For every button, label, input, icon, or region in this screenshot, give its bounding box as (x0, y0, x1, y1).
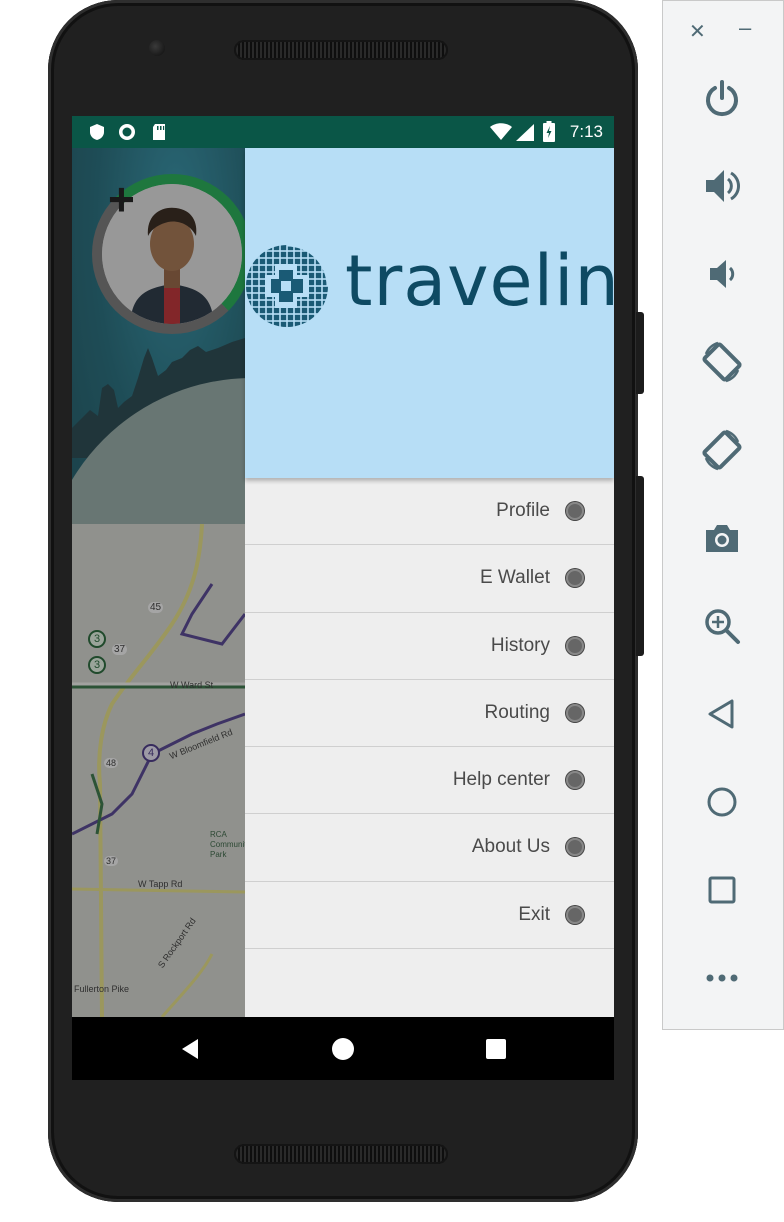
rotate-left-icon (702, 341, 742, 383)
battery-icon (543, 121, 555, 142)
close-icon[interactable]: ✕ (689, 19, 706, 44)
power-button[interactable] (700, 76, 744, 120)
radio-dot-icon (566, 771, 584, 790)
navigation-drawer: travelink Profile E Wallet History Routi… (245, 148, 614, 1017)
back-icon[interactable] (178, 1037, 202, 1061)
overview-icon (708, 876, 736, 904)
menu-item-label: Profile (496, 500, 550, 521)
power-side-button (636, 312, 644, 394)
travelink-logo-text: travelink (345, 240, 614, 322)
screenshot-button[interactable] (700, 516, 744, 560)
radio-dot-icon (566, 569, 584, 588)
travelink-globe-icon (246, 244, 329, 327)
menu-item-label: About Us (471, 836, 550, 858)
menu-item-exit[interactable]: Exit (245, 882, 614, 950)
wifi-icon (490, 123, 512, 140)
menu-item-label: E Wallet (479, 567, 550, 589)
circle-status-icon (119, 124, 135, 140)
radio-dot-icon (566, 905, 584, 924)
menu-item-label: Routing (484, 701, 551, 723)
home-icon (707, 787, 737, 817)
volume-down-icon (710, 260, 735, 288)
shield-icon (90, 124, 104, 140)
sd-card-icon (153, 124, 165, 140)
menu-item-routing[interactable]: Routing (245, 680, 614, 748)
radio-dot-icon (566, 636, 584, 655)
volume-down-button[interactable] (700, 252, 744, 296)
emulator-overview-button[interactable] (700, 868, 744, 912)
power-icon (706, 80, 738, 117)
top-speaker (234, 40, 448, 60)
drawer-menu: Profile E Wallet History Routing Help ce… (245, 478, 614, 950)
volume-side-button (636, 476, 644, 656)
emulator-home-button[interactable] (700, 780, 744, 824)
zoom-icon (705, 609, 740, 644)
android-nav-bar (72, 1017, 614, 1080)
menu-item-about-us[interactable]: About Us (245, 814, 614, 882)
rotate-right-button[interactable] (700, 428, 744, 472)
background-app: 45 37 3 3 4 48 37 W Tapp Rd S Rockport R… (72, 148, 245, 1017)
radio-dot-icon (566, 502, 584, 520)
rotate-right-icon (702, 429, 742, 471)
camera-icon (706, 525, 738, 552)
status-time: 7:13 (569, 122, 603, 141)
menu-item-label: Help center (452, 769, 550, 791)
radio-dot-icon (566, 703, 584, 722)
menu-item-label: Exit (518, 903, 550, 925)
drawer-scrim[interactable] (72, 148, 245, 1017)
volume-up-button[interactable] (700, 164, 744, 208)
front-camera (149, 40, 165, 56)
status-bar: 7:13 (72, 116, 614, 148)
menu-item-help-center[interactable]: Help center (245, 747, 614, 815)
recents-icon[interactable] (484, 1037, 508, 1061)
menu-item-history[interactable]: History (245, 613, 614, 680)
minimize-icon[interactable]: – (739, 15, 751, 41)
back-icon (708, 699, 734, 729)
radio-dot-icon (566, 838, 584, 857)
rotate-left-button[interactable] (700, 340, 744, 384)
emulator-back-button[interactable] (700, 692, 744, 736)
more-icon (706, 974, 738, 982)
phone-screen: 7:13 45 37 3 3 4 48 37 W Tapp Rd S Rockp… (72, 116, 614, 1080)
home-icon[interactable] (331, 1037, 355, 1061)
menu-item-profile[interactable]: Profile (245, 478, 614, 546)
zoom-button[interactable] (700, 604, 744, 648)
more-button[interactable] (700, 956, 744, 1000)
emulator-toolbar: ✕ – (662, 0, 784, 1030)
drawer-header: travelink (245, 148, 614, 478)
menu-item-e-wallet[interactable]: E Wallet (245, 545, 614, 613)
bottom-speaker (234, 1144, 448, 1164)
volume-up-icon (706, 170, 741, 202)
signal-icon (516, 124, 534, 141)
menu-item-label: History (490, 634, 550, 656)
